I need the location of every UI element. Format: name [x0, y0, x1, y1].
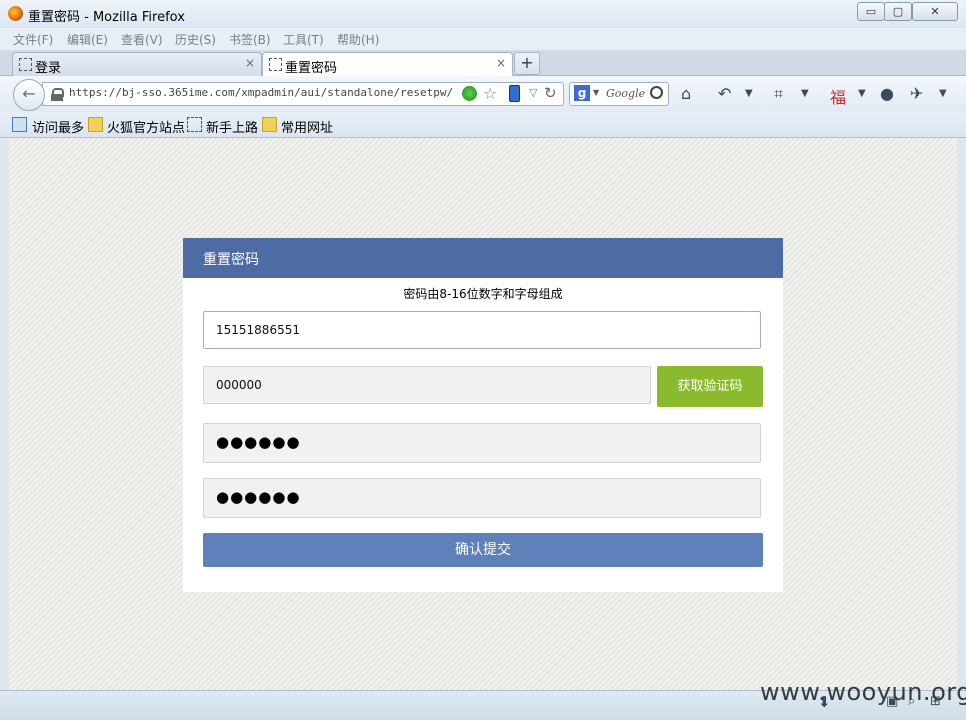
crop-icon[interactable]: ⌗: [774, 84, 783, 104]
dropdown-arrow-icon[interactable]: ▽: [529, 86, 537, 99]
magnifier-icon[interactable]: [650, 86, 663, 99]
bug-icon[interactable]: ✈: [910, 84, 923, 103]
lock-body-icon: [51, 94, 63, 101]
search-bar[interactable]: g ▼ Google: [569, 82, 669, 106]
menu-bar: 文件(F) 编辑(E) 查看(V) 历史(S) 书签(B) 工具(T) 帮助(H…: [0, 28, 966, 50]
new-tab-button[interactable]: +: [514, 52, 540, 75]
menu-history[interactable]: 历史(S): [175, 31, 216, 48]
code-value: 000000: [216, 378, 262, 392]
mobile-icon[interactable]: [509, 85, 520, 102]
window-title: 重置密码 - Mozilla Firefox: [28, 10, 185, 25]
go-arrow-icon[interactable]: [462, 86, 477, 101]
reload-icon[interactable]: ↻: [544, 84, 557, 102]
password-rule-hint: 密码由8-16位数字和字母组成: [403, 287, 563, 301]
menu-view[interactable]: 查看(V): [121, 31, 163, 48]
get-code-button[interactable]: 获取验证码: [657, 366, 763, 407]
page-icon: [19, 58, 32, 71]
bookmark-getting-started[interactable]: 新手上路: [206, 117, 258, 136]
google-engine-icon[interactable]: g: [574, 85, 590, 101]
crop-dropdown-icon[interactable]: ▼: [801, 88, 809, 99]
bookmark-firefox-site[interactable]: 火狐官方站点: [107, 117, 185, 136]
undo-icon[interactable]: ↶: [718, 84, 731, 103]
confirm-password-input[interactable]: ●●●●●●: [203, 478, 761, 518]
search-placeholder: Google: [606, 87, 646, 100]
menu-bookmarks[interactable]: 书签(B): [229, 31, 271, 48]
menu-edit[interactable]: 编辑(E): [67, 31, 108, 48]
menu-file[interactable]: 文件(F): [13, 31, 53, 48]
watermark: www.wooyun.org: [760, 678, 966, 706]
card-title: 重置密码: [203, 252, 259, 268]
bookmark-common-sites[interactable]: 常用网址: [281, 117, 333, 136]
tab-close-icon[interactable]: ×: [245, 56, 255, 70]
phone-value: 15151886551: [216, 323, 300, 337]
close-window-button[interactable]: ✕: [912, 2, 958, 21]
back-button[interactable]: ←: [13, 79, 45, 111]
page-icon: [269, 58, 282, 71]
verification-code-input[interactable]: 000000: [203, 366, 651, 404]
menu-tools[interactable]: 工具(T): [283, 31, 324, 48]
card-header: [183, 238, 783, 278]
tab-close-icon[interactable]: ×: [496, 56, 506, 70]
undo-dropdown-icon[interactable]: ▼: [745, 88, 753, 99]
confirm-password-mask: ●●●●●●: [216, 488, 301, 506]
folder-icon: [88, 117, 103, 132]
password-mask: ●●●●●●: [216, 433, 301, 451]
tab-reset-password[interactable]: 重置密码 ×: [262, 52, 513, 77]
minimize-button[interactable]: ▭: [857, 2, 885, 21]
page-icon: [187, 117, 202, 132]
blessing-dropdown-icon[interactable]: ▼: [858, 88, 866, 99]
tab-login[interactable]: 登录 ×: [12, 52, 262, 76]
bookmarks-toolbar: 访问最多 火狐官方站点 新手上路 常用网址: [0, 112, 966, 138]
bookmark-most-visited[interactable]: 访问最多: [32, 117, 84, 136]
new-password-input[interactable]: ●●●●●●: [203, 423, 761, 463]
blessing-icon[interactable]: 福: [830, 84, 846, 108]
most-visited-icon: [12, 117, 27, 132]
url-bar[interactable]: https://bj-sso.365ime.com/xmpadmin/aui/s…: [42, 82, 564, 106]
tab-strip: 登录 × 重置密码 ×: [0, 50, 966, 77]
chat-bubble-icon[interactable]: ●: [880, 84, 894, 103]
tab-label: 登录: [35, 61, 62, 76]
home-icon[interactable]: ⌂: [681, 84, 691, 103]
tab-label: 重置密码: [285, 61, 338, 76]
firefox-logo-icon: [8, 6, 23, 21]
menu-help[interactable]: 帮助(H): [337, 31, 379, 48]
bookmark-star-icon[interactable]: ☆: [483, 84, 497, 103]
url-text: https://bj-sso.365ime.com/xmpadmin/aui/s…: [69, 86, 454, 99]
maximize-button[interactable]: ▢: [884, 2, 912, 21]
menu-dropdown-icon[interactable]: ▼: [939, 88, 947, 99]
phone-input[interactable]: 15151886551: [203, 311, 761, 349]
submit-button[interactable]: 确认提交: [203, 533, 763, 567]
folder-icon: [262, 117, 277, 132]
engine-dropdown-icon[interactable]: ▼: [593, 88, 599, 97]
